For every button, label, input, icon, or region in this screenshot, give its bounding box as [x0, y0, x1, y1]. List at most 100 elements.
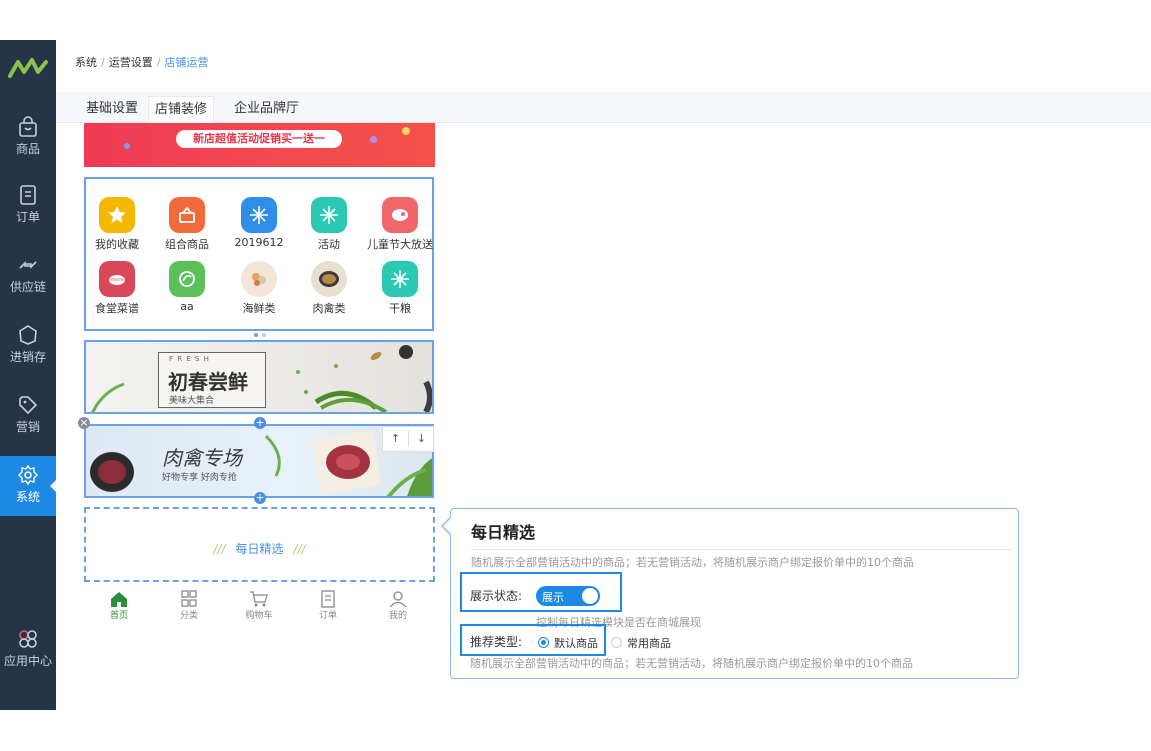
grid-item-label: 干粮 [389, 302, 411, 315]
meat-dish-icon [311, 261, 347, 297]
order-icon [321, 590, 335, 608]
exchange-icon [19, 261, 37, 269]
breadcrumb: 系统 / 运营设置 / 店铺运营 [75, 54, 208, 70]
tab-basic-settings[interactable]: 基础设置 [80, 98, 144, 122]
fresh-banner-frame: F R E S H 初春尝鲜 美味大集合 [158, 352, 266, 408]
pager-dot-active [254, 333, 258, 337]
home-icon [111, 592, 127, 607]
sidebar-item-supply-chain[interactable]: 供应链 [0, 246, 56, 306]
radio-common-goods[interactable] [611, 637, 622, 648]
icon-grid[interactable]: 我的收藏 组合商品 2019612 活动 儿童节大放送 食堂菜谱 aa 海鲜类 … [84, 177, 434, 337]
display-status-label: 展示状态: [470, 589, 523, 603]
sidebar-item-label: 商品 [15, 142, 40, 156]
tabbar-me[interactable]: 我的 [378, 590, 418, 621]
steak-icon [382, 197, 418, 233]
grid-item-label: aa [180, 300, 194, 313]
move-up-button[interactable]: ↑ [383, 432, 408, 445]
app-center-icon [19, 630, 37, 648]
seafood-icon [241, 261, 277, 297]
fresh-banner-eyebrow: F R E S H [169, 355, 210, 363]
snowflake-icon [382, 261, 418, 297]
sidebar: 商品 订单 供应链 进销存 营销 系统 应用中心 [0, 40, 56, 710]
tag-icon [19, 396, 38, 415]
daily-pick-title: 每日精选 [235, 542, 284, 556]
inventory-icon [19, 325, 37, 345]
tabbar-label: 首页 [109, 611, 128, 621]
confetti-icon [370, 136, 377, 143]
sidebar-item-marketing[interactable]: 营销 [0, 386, 56, 446]
category-icon [181, 590, 197, 607]
panel-description: 随机展示全部营销活动中的商品；若无营销活动，将随机展示商户绑定报价单中的10个商… [471, 556, 914, 569]
grid-item-label: 儿童节大放送 [367, 238, 433, 251]
sidebar-item-orders[interactable]: 订单 [0, 176, 56, 236]
tabbar-label: 我的 [388, 611, 407, 621]
sidebar-item-products[interactable]: 商品 [0, 108, 56, 168]
recommend-type-hint: 随机展示全部营销活动中的商品；若无营销活动，将随机展示商户绑定报价单中的10个商… [470, 657, 913, 670]
sidebar-item-label: 供应链 [9, 280, 46, 294]
active-indicator [50, 480, 56, 492]
sidebar-item-label: 进销存 [9, 350, 46, 364]
fresh-banner[interactable]: F R E S H 初春尝鲜 美味大集合 [84, 340, 434, 414]
option-default-goods[interactable]: 默认商品 [554, 635, 598, 651]
slash-decoration: /// [293, 542, 306, 556]
toggle-text: 展示 [542, 591, 564, 604]
vegetables-image [296, 345, 432, 412]
leaf-icon [169, 261, 205, 297]
delete-module-icon[interactable]: × [78, 417, 90, 429]
tabbar-label: 分类 [179, 611, 198, 621]
sidebar-item-system[interactable]: 系统 [0, 456, 56, 516]
fresh-banner-title: 初春尝鲜 [168, 370, 248, 394]
breadcrumb-separator: / [101, 56, 105, 69]
grid-item[interactable]: 干粮 [345, 261, 455, 316]
star-icon [99, 197, 135, 233]
basket-icon [169, 197, 205, 233]
slash-decoration: /// [213, 542, 226, 556]
option-common-goods[interactable]: 常用商品 [627, 635, 671, 651]
panel-pointer-inner [443, 518, 451, 534]
meat-banner-title: 肉禽专场 [162, 446, 242, 470]
cart-icon [250, 591, 268, 607]
confetti-icon [402, 127, 410, 135]
logo-icon [8, 56, 48, 80]
sidebar-item-label: 系统 [15, 490, 40, 504]
sidebar-item-label: 订单 [15, 210, 40, 224]
recommend-type-label: 推荐类型: [470, 635, 523, 649]
grid-pager[interactable] [252, 322, 268, 341]
add-below-icon[interactable]: + [254, 492, 266, 504]
sidebar-item-app-center[interactable]: 应用中心 [0, 620, 56, 680]
leaf-decoration [91, 382, 125, 412]
tab-store-decoration[interactable]: 店铺装修 [148, 96, 215, 123]
grid-item-label: 组合商品 [165, 238, 209, 251]
tabbar-category[interactable]: 分类 [169, 590, 209, 621]
tabbar-home[interactable]: 首页 [99, 590, 139, 621]
tabbar-cart[interactable]: 购物车 [239, 590, 279, 621]
panel-divider [471, 549, 1011, 550]
confetti-icon [124, 143, 130, 149]
sidebar-item-label: 营销 [15, 420, 40, 434]
daily-pick-placeholder: /// 每日精选 /// [86, 540, 433, 557]
sparkle-icon [241, 197, 277, 233]
grid-item[interactable]: 儿童节大放送 [345, 197, 455, 252]
daily-pick-module[interactable]: /// 每日精选 /// [84, 507, 435, 582]
fresh-banner-subtitle: 美味大集合 [169, 396, 215, 406]
add-above-icon[interactable]: + [254, 417, 266, 429]
tabbar-orders[interactable]: 订单 [308, 590, 348, 621]
breadcrumb-item[interactable]: 系统 [75, 56, 97, 69]
move-controls: ↑ ↓ [382, 426, 434, 452]
panel-title: 每日精选 [471, 523, 536, 542]
sidebar-item-inventory[interactable]: 进销存 [0, 316, 56, 376]
bag-icon [19, 116, 37, 137]
breadcrumb-item[interactable]: 运营设置 [109, 56, 153, 69]
tab-brand-hall[interactable]: 企业品牌厅 [228, 98, 305, 122]
settings-tabs: 基础设置 店铺装修 企业品牌厅 [56, 92, 1151, 123]
move-down-button[interactable]: ↓ [408, 431, 434, 447]
grid-item-label: 活动 [318, 238, 340, 251]
toggle-knob [582, 588, 598, 604]
promo-banner[interactable]: 新店超值活动促销买一送一 [84, 123, 435, 167]
pager-dot [262, 333, 266, 337]
radio-default-goods[interactable] [538, 637, 549, 648]
user-icon [389, 591, 407, 608]
breadcrumb-current: 店铺运营 [164, 56, 209, 69]
grid-item-label: 肉禽类 [312, 302, 346, 315]
display-status-toggle[interactable]: 展示 [536, 586, 600, 606]
